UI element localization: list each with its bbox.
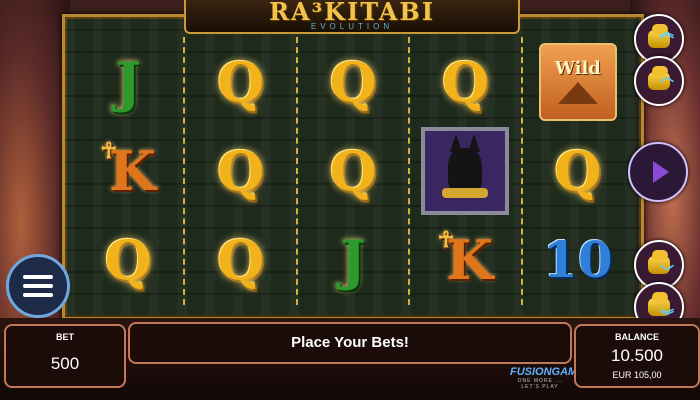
symbol-label: K bbox=[446, 228, 494, 293]
symbol-q: Q bbox=[196, 219, 286, 301]
reel: Wild Q 10 bbox=[523, 37, 633, 305]
message-panel: Place Your Bets! bbox=[128, 322, 572, 364]
wild-label: Wild bbox=[554, 57, 601, 79]
balance-value: 10.500 bbox=[611, 346, 663, 365]
balance-panel: BALANCE 10.500 EUR 105,00 bbox=[574, 324, 700, 388]
chevron-down-icon: ﹀ bbox=[660, 264, 674, 280]
reel: QQQ bbox=[185, 37, 298, 305]
logo-title: RA³KITABI bbox=[269, 0, 435, 26]
brand-tagline: ONE MORE ... LET'S PLAY bbox=[517, 378, 563, 390]
logo-subtitle: EVOLUTION bbox=[310, 22, 394, 31]
bet-value: 500 bbox=[50, 354, 80, 373]
reel: QQJ bbox=[298, 37, 411, 305]
symbol-label: Q bbox=[104, 228, 152, 293]
symbol-label: Q bbox=[217, 228, 265, 293]
bet-panel[interactable]: BET 500 bbox=[4, 324, 126, 388]
bet-increase-button[interactable]: ︿ bbox=[634, 56, 684, 106]
chevron-up-icon: ︿ bbox=[660, 68, 674, 84]
symbol-q: Q bbox=[83, 219, 173, 301]
symbol-anubis bbox=[420, 126, 510, 215]
symbol-label: Q bbox=[217, 49, 265, 114]
wild-tile: Wild bbox=[538, 42, 617, 121]
symbol-label: J bbox=[115, 49, 141, 114]
symbol-q: Q bbox=[533, 130, 623, 212]
spin-button[interactable] bbox=[628, 142, 688, 202]
symbol-j: J bbox=[83, 41, 173, 123]
symbol-j: J bbox=[308, 219, 398, 301]
reels-area[interactable]: JKQQQQQQJQKWildQ10 bbox=[73, 37, 633, 305]
symbol-k: K bbox=[420, 219, 510, 301]
symbol-label: Q bbox=[329, 49, 377, 114]
collar bbox=[442, 187, 489, 198]
anubis-icon bbox=[421, 126, 510, 215]
symbol-label: Q bbox=[217, 138, 265, 203]
menu-button[interactable] bbox=[6, 254, 70, 318]
play-icon bbox=[652, 161, 669, 183]
reel: JKQ bbox=[73, 37, 186, 305]
reel: QK bbox=[410, 37, 523, 305]
symbol-q: Q bbox=[196, 130, 286, 212]
anubis-head bbox=[442, 133, 489, 198]
hamburger-line bbox=[23, 293, 53, 297]
symbol-label: Q bbox=[554, 138, 602, 203]
balance-label: BALANCE bbox=[615, 332, 659, 342]
symbol-q: Q bbox=[420, 41, 510, 123]
chevron-up-icon: ︽ bbox=[660, 24, 674, 40]
brand-logo: FUSIONGAME ONE MORE ... LET'S PLAY bbox=[510, 366, 585, 396]
game-logo: RA³KITABI EVOLUTION bbox=[184, 0, 520, 34]
hamburger-menu-icon bbox=[23, 275, 53, 279]
status-message: Place Your Bets! bbox=[291, 334, 409, 351]
brand-name: FUSIONGAME bbox=[510, 366, 585, 378]
reel-frame: JKQQQQQQJQKWildQ10 bbox=[62, 14, 644, 320]
balance-eur: EUR 105,00 bbox=[612, 370, 662, 380]
symbol-label: 10 bbox=[543, 230, 613, 290]
symbol-wild: Wild bbox=[533, 41, 623, 123]
symbol-label: J bbox=[340, 228, 366, 293]
pyramid-icon bbox=[557, 81, 598, 104]
bottom-bar: BET 500 Place Your Bets! FUSIONGAME ONE … bbox=[0, 318, 700, 400]
symbol-label: Q bbox=[441, 49, 489, 114]
symbol-label: Q bbox=[329, 138, 377, 203]
symbol-q: Q bbox=[196, 41, 286, 123]
symbol-q: Q bbox=[308, 41, 398, 123]
hamburger-line bbox=[23, 284, 53, 288]
symbol-q: Q bbox=[308, 130, 398, 212]
bet-label: BET bbox=[56, 332, 74, 342]
symbol-k: K bbox=[83, 130, 173, 212]
symbol-ten: 10 bbox=[533, 219, 623, 301]
symbol-label: K bbox=[108, 138, 156, 203]
